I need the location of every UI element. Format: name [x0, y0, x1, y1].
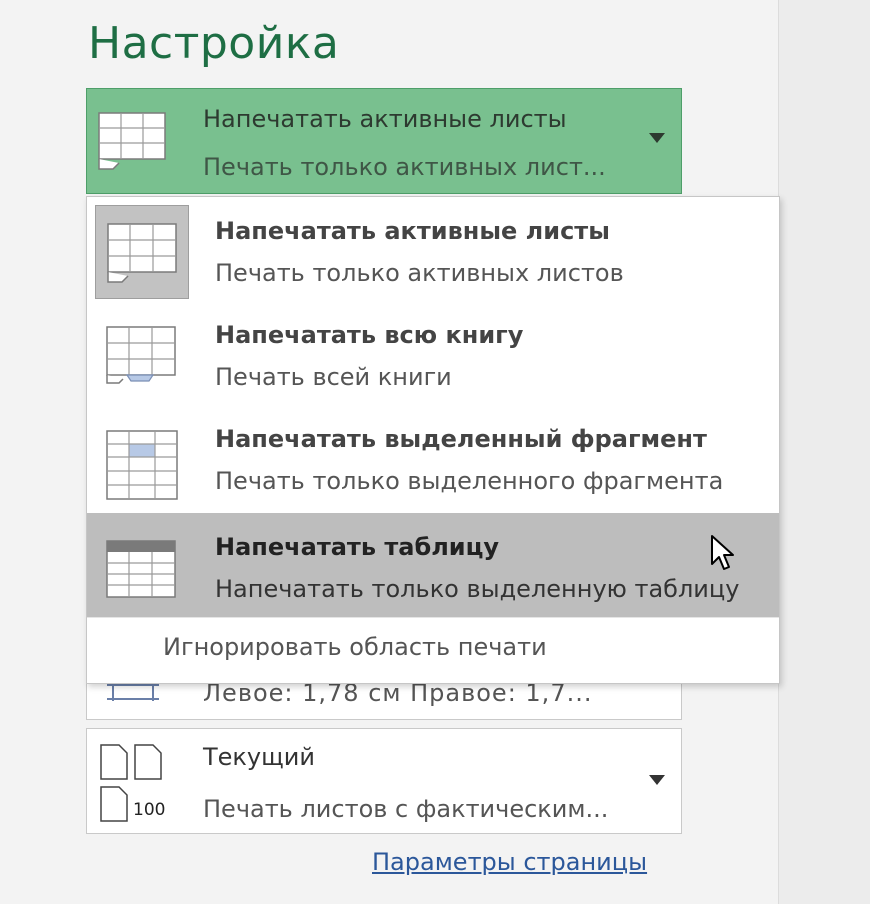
scaling-icon-label: 100 — [133, 800, 165, 820]
page-setup-link[interactable]: Параметры страницы — [372, 848, 647, 876]
mouse-cursor-icon — [710, 534, 736, 578]
menu-item-ignore-print-area[interactable]: Игнорировать область печати — [163, 633, 547, 661]
scaling-title: Текущий — [203, 743, 315, 771]
page-title: Настройка — [88, 18, 340, 69]
menu-item-print-table[interactable]: Напечатать таблицу Напечатать только выд… — [87, 513, 779, 617]
table-icon — [105, 537, 179, 605]
menu-item-subtitle: Напечатать только выделенную таблицу — [215, 575, 740, 603]
menu-item-subtitle: Печать всей книги — [215, 363, 452, 391]
menu-item-active-sheets[interactable]: Напечатать активные листы Печать только … — [87, 197, 779, 301]
scaling-select[interactable]: 100 Текущий Печать листов с фактическим.… — [86, 728, 682, 834]
print-what-subtitle: Печать только активных лист... — [203, 153, 606, 181]
chevron-down-icon — [649, 133, 665, 143]
scaling-100-icon: 100 — [99, 743, 175, 827]
selection-icon — [105, 429, 179, 505]
right-panel-edge — [778, 0, 870, 904]
menu-divider — [87, 617, 779, 618]
print-what-dropdown: Напечатать активные листы Печать только … — [86, 196, 780, 684]
menu-item-title: Напечатать активные листы — [215, 217, 610, 245]
print-what-title: Напечатать активные листы — [203, 105, 567, 133]
menu-item-subtitle: Печать только выделенного фрагмента — [215, 467, 724, 495]
active-sheets-icon — [106, 222, 180, 290]
print-what-select[interactable]: Напечатать активные листы Печать только … — [86, 88, 682, 194]
chevron-down-icon — [649, 775, 665, 785]
active-sheets-icon — [97, 111, 169, 177]
margins-icon — [105, 683, 161, 707]
menu-item-title: Напечатать выделенный фрагмент — [215, 425, 707, 453]
whole-workbook-icon — [105, 325, 179, 393]
menu-item-whole-workbook[interactable]: Напечатать всю книгу Печать всей книги — [87, 301, 779, 405]
menu-item-title: Напечатать всю книгу — [215, 321, 524, 349]
menu-item-title: Напечатать таблицу — [215, 533, 500, 561]
scaling-subtitle: Печать листов с фактическим... — [203, 795, 609, 823]
menu-item-subtitle: Печать только активных листов — [215, 259, 624, 287]
menu-item-selection[interactable]: Напечатать выделенный фрагмент Печать то… — [87, 405, 779, 509]
